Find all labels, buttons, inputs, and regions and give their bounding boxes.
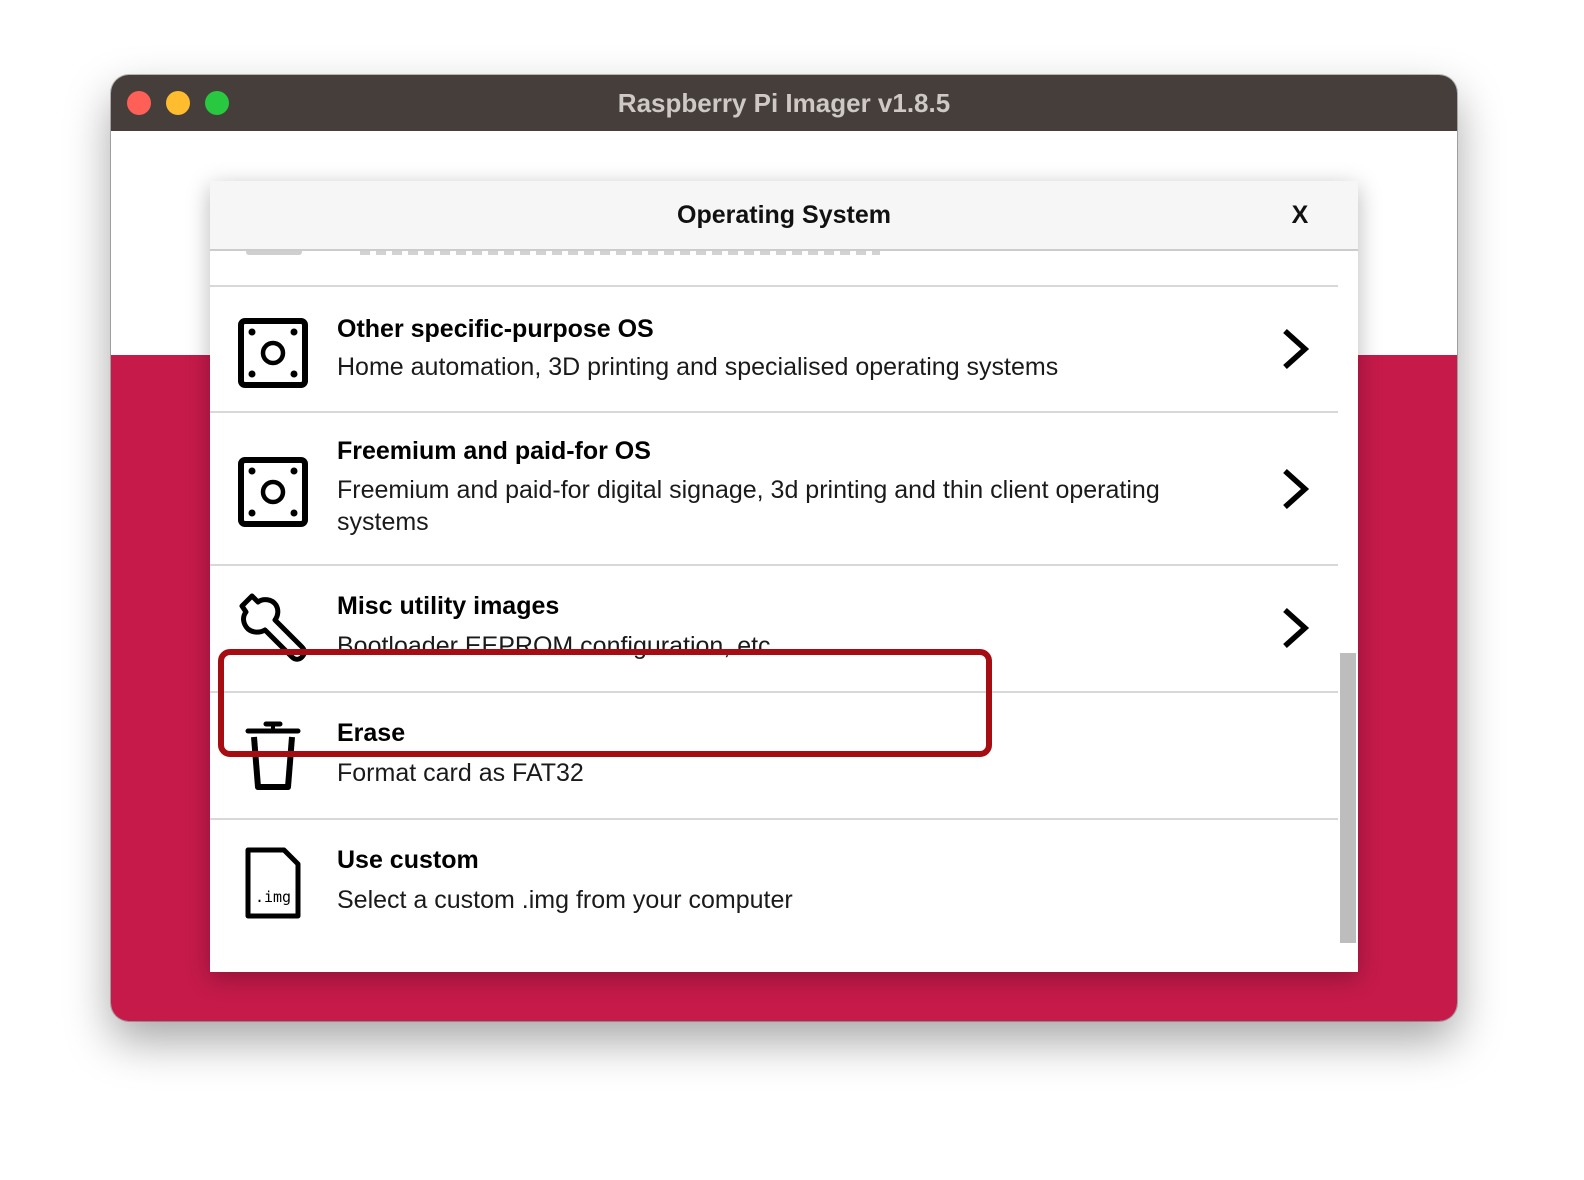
window-title: Raspberry Pi Imager v1.8.5 [617, 88, 951, 118]
os-item-description: Format card as FAT32 [337, 759, 584, 787]
os-item-title: Other specific-purpose OS [337, 315, 654, 343]
os-item-description: Home automation, 3D printing and special… [337, 353, 1059, 381]
chevron-right-icon [1278, 467, 1312, 511]
os-item-title: Erase [337, 719, 406, 747]
scrollbar-thumb[interactable] [1340, 653, 1356, 943]
os-item-other-specific-purpose[interactable]: Other specific-purpose OS Home automatio… [210, 287, 1338, 413]
os-item-title: Freemium and paid-for OS [337, 437, 651, 465]
os-item-title: Use custom [337, 846, 479, 874]
os-board-icon [236, 455, 310, 529]
dialog-title: Operating System [677, 201, 891, 229]
os-item-freemium-paid[interactable]: Freemium and paid-for OS Freemium and pa… [210, 413, 1338, 566]
os-item-description: Select a custom .img from your computer [337, 886, 793, 914]
os-board-icon [236, 316, 310, 390]
os-item-erase[interactable]: Erase Format card as FAT32 [210, 693, 1338, 820]
img-file-icon-label: .img [255, 888, 291, 906]
os-list[interactable]: Other specific-purpose OS Home automatio… [210, 251, 1338, 972]
list-item-partial[interactable] [210, 251, 1338, 287]
os-item-use-custom[interactable]: .img Use custom Select a custom .img fro… [210, 820, 1338, 972]
os-item-misc-utility[interactable]: Misc utility images Bootloader EEPROM co… [210, 566, 1338, 693]
chevron-right-icon [1278, 327, 1312, 371]
os-item-title: Misc utility images [337, 592, 560, 620]
dialog-header: Operating System X [210, 181, 1358, 251]
wrench-icon [236, 590, 310, 664]
trash-icon [236, 719, 310, 793]
os-item-description: Freemium and paid-for digital signage, 3… [337, 476, 1160, 536]
os-dialog: Operating System X Other specific-purpos… [210, 181, 1358, 972]
dialog-close-button[interactable]: X [1282, 181, 1318, 249]
titlebar: Raspberry Pi Imager v1.8.5 [111, 75, 1457, 131]
chevron-right-icon [1278, 606, 1312, 650]
os-item-description: Bootloader EEPROM configuration, etc. [337, 632, 778, 660]
img-file-icon: .img [236, 846, 310, 920]
